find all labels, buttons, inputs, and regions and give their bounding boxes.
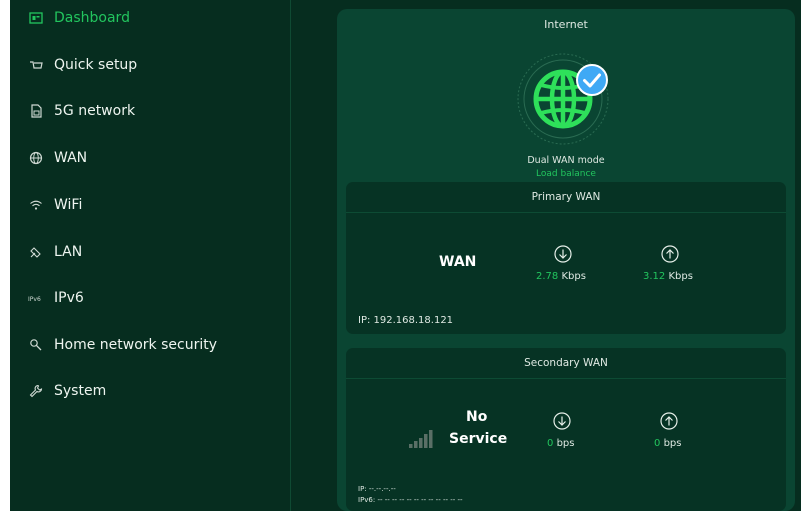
sidebar-item-wifi[interactable]: WiFi <box>27 193 82 217</box>
check-circle-icon <box>576 64 608 96</box>
secondary-status-line2: Service <box>449 431 508 447</box>
secondary-wan-ipv6: IPv6: -- -- -- -- -- -- -- -- -- -- -- -… <box>358 496 463 504</box>
sidebar-item-label: IPv6 <box>54 290 84 306</box>
sidebar-item-quick-setup[interactable]: Quick setup <box>27 53 137 77</box>
sidebar-item-label: WAN <box>54 150 88 166</box>
sidebar-item-system[interactable]: System <box>27 379 106 403</box>
primary-wan-name: WAN <box>439 254 477 270</box>
primary-wan-title: Primary WAN <box>346 182 786 213</box>
sidebar-item-label: System <box>54 383 107 399</box>
dashboard-icon <box>27 9 45 27</box>
app-frame: Dashboard Quick setup 5G network WAN WiF <box>10 0 801 511</box>
internet-title: Internet <box>544 18 588 31</box>
sidebar-item-ipv6[interactable]: IPv6 IPv6 <box>27 286 84 310</box>
upload-icon <box>660 412 678 430</box>
quick-setup-icon <box>27 56 45 74</box>
primary-wan-ip: IP: 192.168.18.121 <box>358 315 454 326</box>
wan-mode-detail: Load balance <box>536 169 596 179</box>
upload-icon <box>661 245 679 263</box>
sidebar-item-label: LAN <box>54 244 83 260</box>
sidebar-item-label: 5G network <box>54 103 136 119</box>
secondary-upload-rate: 0 bps <box>654 438 682 449</box>
primary-upload-rate: 3.12 Kbps <box>643 271 693 282</box>
secondary-wan-panel: Secondary WAN No Service 0 bps 0 bps IP:… <box>346 348 786 511</box>
lan-icon <box>27 243 45 261</box>
security-icon <box>27 336 45 354</box>
signal-strength-icon <box>409 430 433 448</box>
download-icon <box>554 245 572 263</box>
wifi-icon <box>27 196 45 214</box>
ipv6-icon: IPv6 <box>27 289 45 307</box>
internet-card: Internet Dual WAN mode Load balance Prim… <box>337 9 795 511</box>
internet-status-graphic <box>516 47 616 147</box>
primary-download-rate: 2.78 Kbps <box>536 271 586 282</box>
wan-mode: Dual WAN mode <box>527 155 605 166</box>
sidebar-item-label: Home network security <box>54 337 217 353</box>
globe-icon <box>27 149 45 167</box>
globe-icon <box>517 53 609 145</box>
sidebar: Dashboard Quick setup 5G network WAN WiF <box>10 0 291 511</box>
svg-text:IPv6: IPv6 <box>28 296 41 303</box>
secondary-wan-title: Secondary WAN <box>346 348 786 379</box>
sidebar-item-wan[interactable]: WAN <box>27 146 87 170</box>
secondary-status-line1: No <box>466 409 488 425</box>
sidebar-item-label: WiFi <box>54 197 83 213</box>
sim-card-icon <box>27 102 45 120</box>
sidebar-item-dashboard[interactable]: Dashboard <box>27 6 130 30</box>
main-content: Internet Dual WAN mode Load balance Prim… <box>291 0 801 511</box>
secondary-download-rate: 0 bps <box>547 438 575 449</box>
download-icon <box>553 412 571 430</box>
sidebar-item-label: Dashboard <box>54 10 130 26</box>
secondary-wan-ip: IP: --.--.--.-- <box>358 485 396 493</box>
sidebar-item-label: Quick setup <box>54 57 138 73</box>
sidebar-item-lan[interactable]: LAN <box>27 240 82 264</box>
wrench-icon <box>27 382 45 400</box>
sidebar-item-5g-network[interactable]: 5G network <box>27 99 135 123</box>
sidebar-item-home-network-security[interactable]: Home network security <box>27 333 217 357</box>
primary-wan-panel: Primary WAN WAN 2.78 Kbps 3.12 Kbps IP: … <box>346 182 786 334</box>
